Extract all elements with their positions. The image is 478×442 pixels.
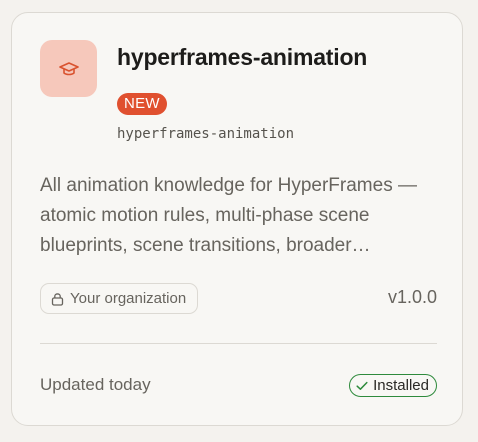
check-icon (356, 381, 368, 390)
skill-icon-tile (40, 40, 97, 97)
skill-title[interactable]: hyperframes-animation (117, 44, 367, 71)
updated-label: Updated today (40, 375, 151, 394)
skill-card[interactable]: hyperframes-animation NEW hyperframes-an… (11, 12, 463, 426)
visibility-chip: Your organization (40, 283, 199, 314)
installed-badge: Installed (349, 374, 437, 397)
skill-slug: hyperframes-animation (117, 126, 295, 142)
graduation-cap-icon (58, 61, 79, 75)
visibility-label: Your organization (70, 290, 187, 307)
lock-icon (51, 292, 64, 306)
version-label: v1.0.0 (387, 287, 437, 307)
card-divider (40, 343, 437, 344)
new-badge: NEW (117, 93, 167, 115)
installed-label: Installed (373, 377, 429, 394)
skill-description: All animation knowledge for HyperFrames … (40, 175, 417, 256)
